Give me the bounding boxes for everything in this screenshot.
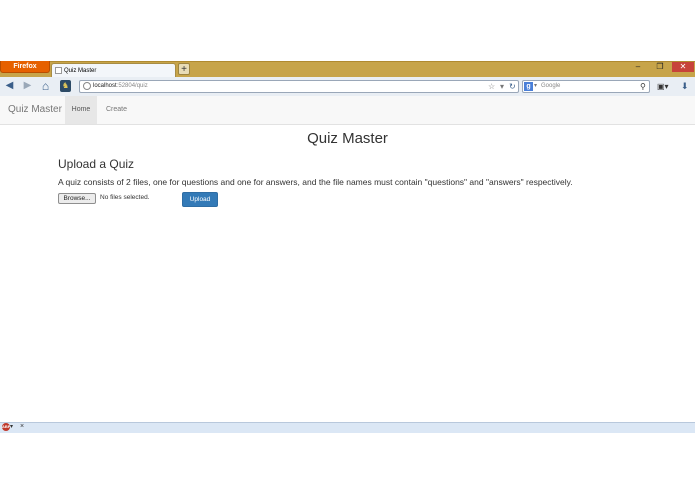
upload-button[interactable]: Upload — [182, 192, 218, 207]
home-icon[interactable]: ⌂ — [40, 80, 51, 92]
restore-button[interactable]: ❐ — [650, 62, 670, 72]
reload-icon[interactable]: ↻ — [509, 80, 516, 93]
adblock-dropdown-icon[interactable]: ▾ — [10, 422, 13, 432]
close-window-button[interactable]: ✕ — [672, 62, 694, 72]
url-path: :52804/quiz — [116, 83, 148, 89]
url-text[interactable]: localhost:52804/quiz — [93, 80, 148, 93]
nav-item-create[interactable]: Create — [106, 96, 127, 124]
new-tab-button[interactable]: + — [178, 63, 190, 75]
nav-item-home[interactable]: Home — [65, 96, 97, 124]
adblock-icon[interactable]: ABP — [2, 423, 10, 431]
browse-button[interactable]: Browse... — [58, 193, 96, 204]
page-title: Quiz Master — [307, 130, 388, 147]
navbar-brand[interactable]: Quiz Master — [8, 96, 62, 124]
app-navbar — [0, 96, 695, 125]
file-status-text: No files selected. — [100, 194, 150, 201]
globe-icon — [83, 82, 91, 90]
sidebar-menu-icon[interactable]: ▣▾ — [657, 80, 669, 93]
page-favicon-icon — [55, 67, 62, 74]
close-addon-bar-icon[interactable]: × — [20, 422, 24, 432]
engine-dropdown-icon[interactable]: ▾ — [534, 80, 537, 93]
search-icon[interactable]: ⚲ — [640, 80, 646, 93]
section-title: Upload a Quiz — [58, 157, 135, 171]
firefox-menu-button[interactable]: Firefox — [0, 61, 50, 73]
minimize-button[interactable]: – — [628, 62, 648, 72]
url-host: localhost — [93, 83, 117, 89]
site-identity-icon[interactable]: ♞ — [60, 80, 71, 92]
back-icon[interactable]: ◀ — [4, 80, 15, 92]
search-input[interactable]: Google — [541, 80, 560, 93]
browser-tab[interactable]: Quiz Master — [51, 63, 176, 77]
bookmark-star-icon[interactable]: ☆ — [488, 80, 495, 93]
download-icon[interactable]: ⬇ — [681, 80, 689, 93]
tab-title: Quiz Master — [64, 68, 97, 74]
url-dropdown-icon[interactable]: ▾ — [500, 80, 504, 93]
forward-icon[interactable]: ▶ — [22, 80, 33, 92]
upload-description: A quiz consists of 2 files, one for ques… — [58, 177, 573, 187]
addon-bar — [0, 422, 695, 433]
google-engine-icon[interactable]: g — [524, 82, 533, 91]
